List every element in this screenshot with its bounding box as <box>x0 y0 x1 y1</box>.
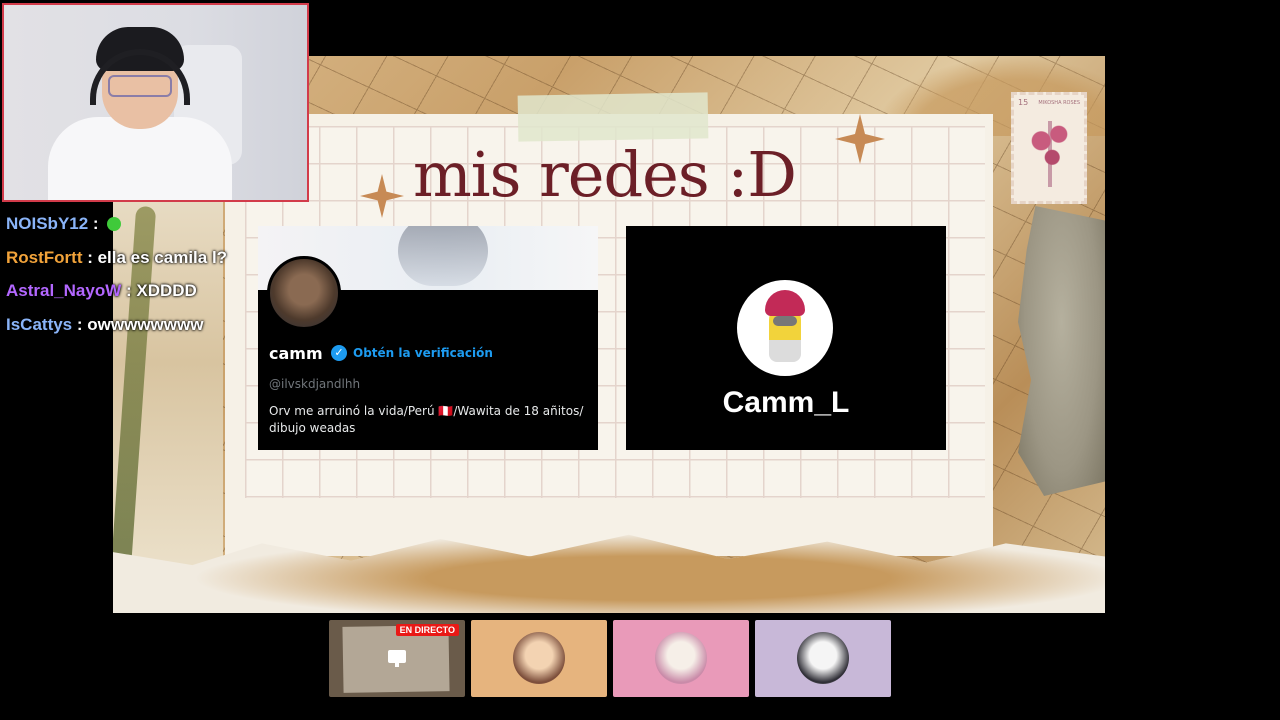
chat-message: Astral_NayoW : XDDDD <box>6 281 197 300</box>
profile-bio: Orv me arruinó la vida/Perú 🇵🇪/Wawita de… <box>269 404 584 435</box>
participant-tile[interactable] <box>755 620 891 697</box>
chat-overlay: NOISbY12 : RostFortt : ella es camila l?… <box>6 214 227 348</box>
participant-tile[interactable] <box>613 620 749 697</box>
participant-tile[interactable] <box>471 620 607 697</box>
get-verified-link: Obtén la verificación <box>353 346 493 360</box>
screen-share-tile[interactable]: EN DIRECTO <box>329 620 465 697</box>
stamp-value: 15 <box>1018 98 1029 107</box>
twitter-profile-card: camm ✓ Obtén la verificación @ilvskdjand… <box>258 226 598 450</box>
chat-text: ella es camila l? <box>97 247 228 267</box>
chat-username: RostFortt <box>6 247 83 267</box>
avatar <box>513 632 565 684</box>
screen-share-icon <box>388 650 406 667</box>
chat-username: Astral_NayoW <box>6 281 122 300</box>
tiktok-profile-card: Camm_L <box>626 226 946 450</box>
live-badge: EN DIRECTO <box>395 624 459 636</box>
slide-title: mis redes :D <box>413 138 797 211</box>
tape-decoration <box>517 92 709 142</box>
avatar <box>737 280 833 376</box>
chat-text: owwwwwwww <box>87 314 204 334</box>
stamp-name: MIKOSHA ROSES <box>1038 100 1080 106</box>
chat-message: RostFortt : ella es camila l? <box>6 247 228 267</box>
avatar <box>797 632 849 684</box>
profile-name: camm <box>269 344 323 363</box>
postage-stamp: 15 MIKOSHA ROSES <box>1011 92 1087 204</box>
chat-message: NOISbY12 : <box>6 214 227 248</box>
webcam-feed <box>2 3 309 202</box>
chat-message: IsCattys : owwwwwwww <box>6 314 204 334</box>
chat-username: NOISbY12 <box>6 214 89 233</box>
mushroom-icon <box>1028 121 1072 187</box>
profile-username: Camm_L <box>722 386 850 419</box>
verified-badge-icon: ✓ <box>331 345 347 361</box>
profile-handle: @ilvskdjandlhh <box>269 377 361 391</box>
avatar <box>655 632 707 684</box>
stone-decoration <box>1018 206 1105 496</box>
emote-icon <box>107 217 122 231</box>
avatar <box>267 256 341 330</box>
chat-text: XDDDD <box>136 281 197 300</box>
chat-username: IsCattys <box>6 314 73 334</box>
